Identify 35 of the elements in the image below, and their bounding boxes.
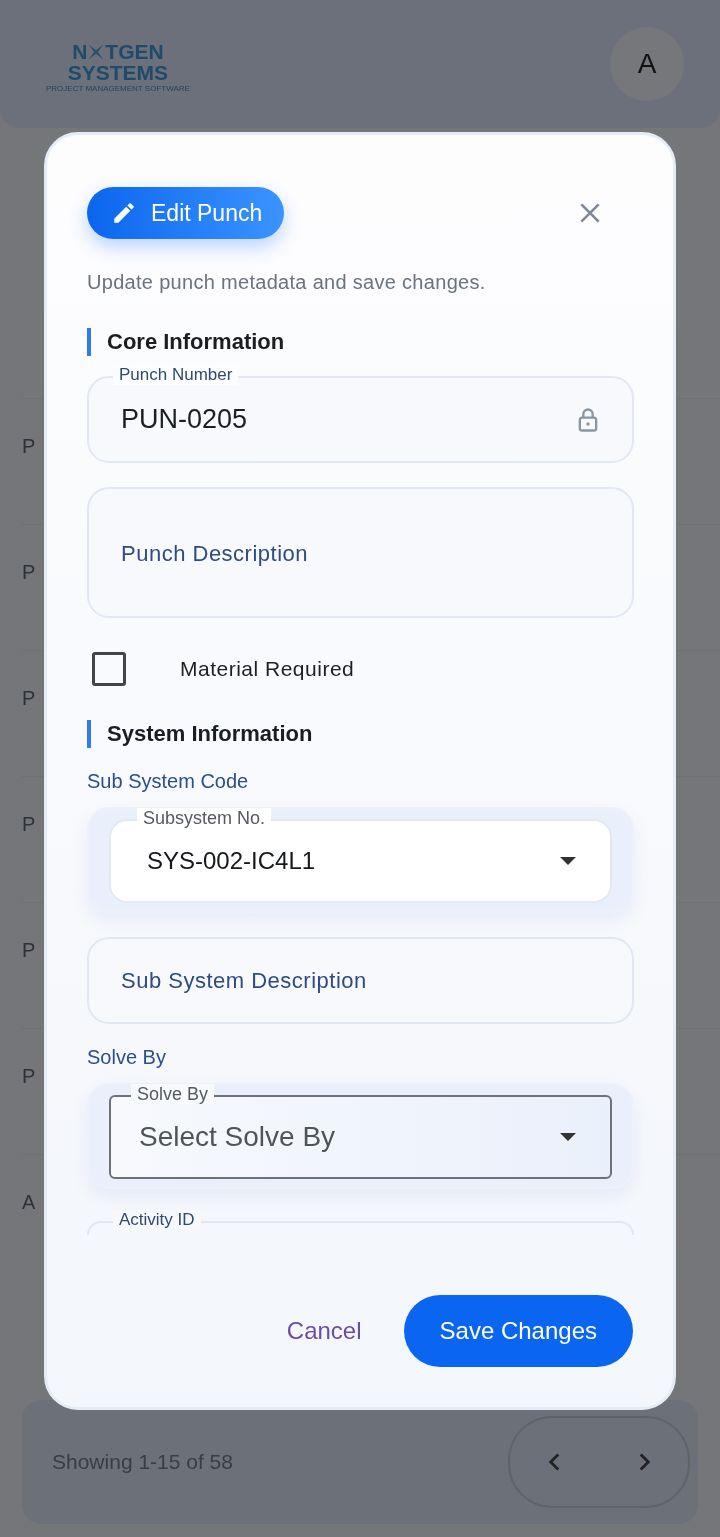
group-label: Sub System Code <box>87 770 250 793</box>
row-code: P <box>22 687 36 710</box>
caret-icon <box>558 1132 578 1142</box>
field-label: Solve By <box>131 1084 215 1104</box>
pagination-text: Showing 1-15 of 58 <box>52 1450 233 1474</box>
row-code: A <box>22 1191 36 1214</box>
field-label: Activity ID <box>113 1210 201 1230</box>
section-title: System Information <box>87 720 633 748</box>
field-label: Subsystem No. <box>137 808 272 828</box>
pencil-icon <box>111 200 137 226</box>
caret-icon <box>558 856 578 866</box>
field-label: Punch Number <box>113 365 239 385</box>
field-value: SYS-002-IC4L1 <box>147 847 316 875</box>
group-label: Solve By <box>87 1046 167 1069</box>
checkbox[interactable] <box>92 652 126 686</box>
row-code: P <box>22 435 36 458</box>
field-value: PUN-0205 <box>121 404 248 435</box>
logo-text: TGEN <box>105 41 164 62</box>
checkbox-label: Material Required <box>180 657 355 681</box>
row-code: P <box>22 1065 36 1088</box>
cancel-button[interactable]: Cancel <box>280 1316 368 1346</box>
save-button[interactable]: Save Changes <box>403 1295 633 1367</box>
star-icon <box>87 42 106 61</box>
row-code: P <box>22 813 36 836</box>
edit-punch-badge[interactable]: Edit Punch <box>87 187 285 239</box>
logo-text: SYSTEMS <box>67 62 169 83</box>
description-field[interactable]: Sub System Description <box>87 937 634 1024</box>
dialog-subtitle: Update punch metadata and save changes. <box>87 271 487 294</box>
avatar-button[interactable]: A <box>610 27 684 101</box>
field-placeholder: Select Solve By <box>139 1121 336 1153</box>
row-code: P <box>22 561 36 584</box>
logo-text: N <box>72 41 88 62</box>
section-title: Core Information <box>87 328 633 356</box>
row-code: P <box>22 939 36 962</box>
description-field[interactable]: Punch Description <box>87 487 634 618</box>
